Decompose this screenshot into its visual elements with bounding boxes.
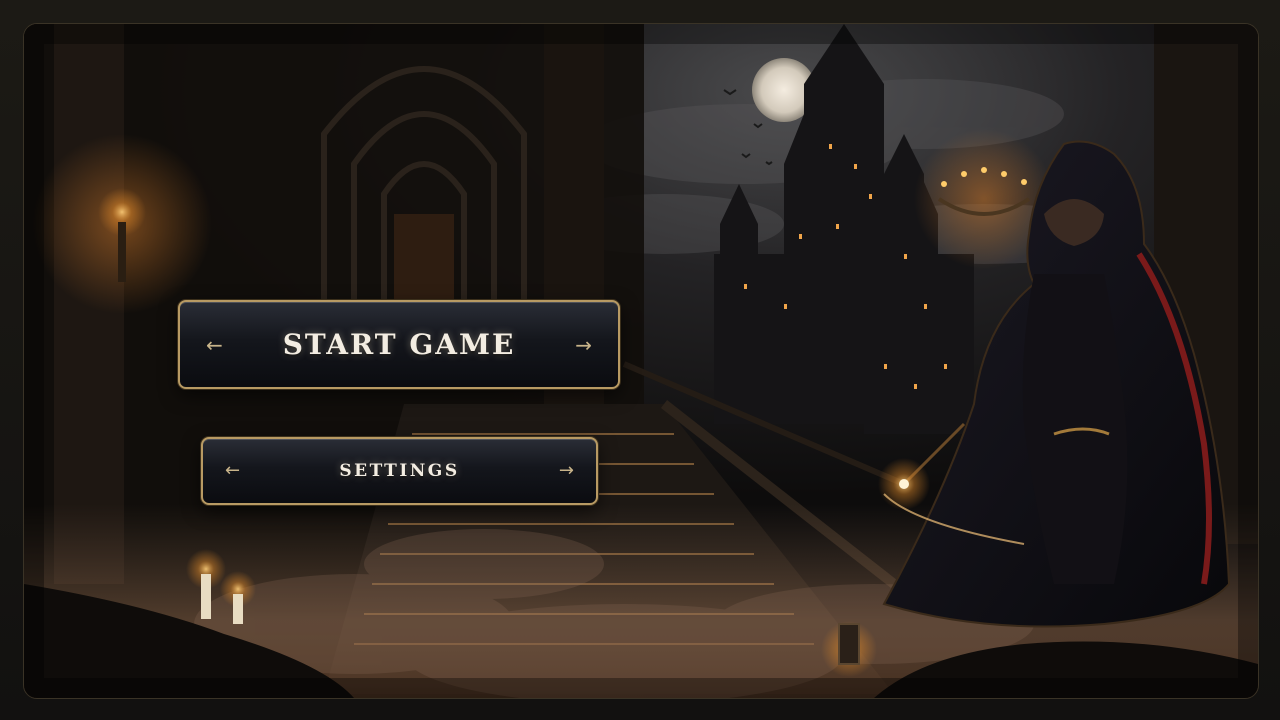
start-game-button[interactable]: ← START GAME → bbox=[178, 300, 620, 389]
settings-button[interactable]: ← SETTINGS → bbox=[201, 437, 598, 505]
right-arrow-icon: → bbox=[575, 332, 592, 357]
settings-label: SETTINGS bbox=[339, 461, 460, 481]
left-arrow-icon: ← bbox=[206, 332, 223, 357]
start-game-label: START GAME bbox=[282, 328, 516, 361]
screen-frame: ← START GAME → ← SETTINGS → bbox=[0, 0, 1280, 720]
game-viewport: ← START GAME → ← SETTINGS → bbox=[23, 23, 1259, 699]
left-arrow-icon: ← bbox=[225, 460, 241, 481]
right-arrow-icon: → bbox=[558, 460, 574, 481]
